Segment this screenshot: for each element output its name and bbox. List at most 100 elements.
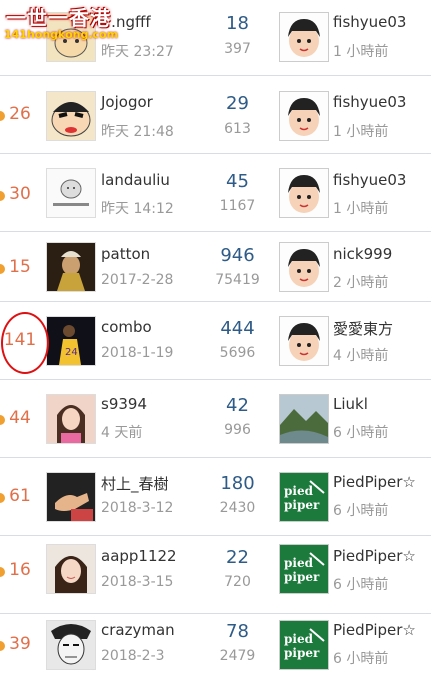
bw-face-drawing-icon xyxy=(47,621,95,669)
svg-text:pied: pied xyxy=(284,484,314,498)
site-watermark: 一世一香港 141hongkong.com xyxy=(0,0,125,46)
pied-piper-logo-icon: piedpiper xyxy=(280,621,328,669)
cartoon-boy-icon xyxy=(280,317,328,365)
thread-row[interactable]: 39 crazyman 2018-2-3 78 2479 pied piper P… xyxy=(0,614,431,677)
thread-row[interactable]: 141 24 combo 2018-1-19 444 5696 愛愛東方 4 小… xyxy=(0,302,431,380)
author-time: 2018-3-12 xyxy=(101,500,174,516)
last-poster-name[interactable]: PiedPiper☆ xyxy=(333,547,416,565)
author-avatar[interactable] xyxy=(46,168,96,218)
basketball-player-icon: 24 xyxy=(47,317,95,365)
thread-row[interactable]: 44 s9394 4 天前 42 996 Liukl 6 小時前 xyxy=(0,380,431,458)
woman-photo-icon xyxy=(47,545,95,593)
last-poster-avatar[interactable] xyxy=(279,168,329,218)
view-count: 720 xyxy=(224,574,251,590)
reply-count[interactable]: 42 xyxy=(200,395,275,416)
author-name[interactable]: combo xyxy=(101,318,152,336)
author-avatar[interactable] xyxy=(46,91,96,141)
view-count: 397 xyxy=(224,41,251,57)
thread-row[interactable]: 26 Jojogor 昨天 21:48 29 613 fishyue03 1 小… xyxy=(0,76,431,154)
heat-score-value: 15 xyxy=(9,257,31,277)
last-poster-avatar[interactable] xyxy=(279,91,329,141)
watermark-url: 141hongkong.com xyxy=(4,28,119,41)
cartoon-boy-icon xyxy=(280,92,328,140)
heat-score: 39 xyxy=(0,634,40,654)
last-poster-avatar[interactable]: pied piper xyxy=(279,620,329,670)
mountain-landscape-icon xyxy=(280,395,328,443)
last-poster-name[interactable]: fishyue03 xyxy=(333,93,406,111)
author-name[interactable]: crazyman xyxy=(101,621,175,639)
author-avatar[interactable] xyxy=(46,620,96,670)
author-time: 昨天 21:48 xyxy=(101,124,174,140)
thread-row[interactable]: 15 patton 2017-2-28 946 75419 nick999 2 … xyxy=(0,232,431,302)
heat-score: 15 xyxy=(0,257,40,277)
last-poster-avatar[interactable] xyxy=(279,242,329,292)
last-post-time: 6 小時前 xyxy=(333,425,389,441)
reply-count[interactable]: 45 xyxy=(200,171,275,192)
fire-icon xyxy=(0,493,5,503)
reply-count[interactable]: 18 xyxy=(200,13,275,34)
svg-text:pied: pied xyxy=(284,556,314,570)
heat-score-value: 61 xyxy=(9,486,31,506)
watermark-title: 一世一香港 xyxy=(6,6,111,30)
last-post-time: 6 小時前 xyxy=(333,651,389,667)
fire-icon xyxy=(0,567,5,577)
last-post-time: 1 小時前 xyxy=(333,124,389,140)
author-avatar[interactable] xyxy=(46,242,96,292)
svg-text:piper: piper xyxy=(284,570,320,584)
cartoon-boy-icon xyxy=(280,243,328,291)
fire-icon xyxy=(0,641,5,651)
author-avatar[interactable] xyxy=(46,544,96,594)
last-poster-avatar[interactable]: pied piper xyxy=(279,472,329,522)
thread-row[interactable]: 30 landauliu 昨天 14:12 45 1167 fishyue03 … xyxy=(0,154,431,232)
pied-piper-logo-icon: piedpiper xyxy=(280,473,328,521)
author-name[interactable]: Jojogor xyxy=(101,93,153,111)
cartoon-boy-icon xyxy=(280,13,328,61)
last-poster-name[interactable]: fishyue03 xyxy=(333,13,406,31)
last-poster-name[interactable]: PiedPiper☆ xyxy=(333,621,416,639)
author-name[interactable]: s9394 xyxy=(101,395,147,413)
last-post-time: 2 小時前 xyxy=(333,275,389,291)
author-name[interactable]: landauliu xyxy=(101,171,170,189)
last-poster-avatar[interactable] xyxy=(279,394,329,444)
last-poster-name[interactable]: nick999 xyxy=(333,245,392,263)
heat-score: 30 xyxy=(0,184,40,204)
heat-score: 16 xyxy=(0,560,40,580)
view-count: 75419 xyxy=(215,272,260,288)
thread-row[interactable]: 61 村上_春樹 2018-3-12 180 2430 pied piper Pi… xyxy=(0,458,431,536)
thread-row[interactable]: 16 aapp1122 2018-3-15 22 720 pied piper P… xyxy=(0,536,431,614)
last-poster-name[interactable]: Liukl xyxy=(333,395,368,413)
view-count: 5696 xyxy=(219,345,256,361)
author-name[interactable]: aapp1122 xyxy=(101,547,177,565)
last-poster-avatar[interactable] xyxy=(279,316,329,366)
highlight-circle xyxy=(1,312,49,374)
reply-count[interactable]: 78 xyxy=(200,621,275,642)
last-poster-name[interactable]: fishyue03 xyxy=(333,171,406,189)
heat-score-value: 26 xyxy=(9,104,31,124)
reply-count[interactable]: 180 xyxy=(200,473,275,494)
last-poster-avatar[interactable] xyxy=(279,12,329,62)
thread-list: …ngfff 昨天 23:27 18 397 fishyue03 1 小時前 2… xyxy=(0,0,431,677)
svg-text:piper: piper xyxy=(284,498,320,512)
author-avatar[interactable] xyxy=(46,472,96,522)
author-avatar[interactable]: 24 xyxy=(46,316,96,366)
reply-count[interactable]: 444 xyxy=(200,318,275,339)
author-avatar[interactable] xyxy=(46,394,96,444)
reply-count[interactable]: 29 xyxy=(200,93,275,114)
last-poster-avatar[interactable]: pied piper xyxy=(279,544,329,594)
last-poster-name[interactable]: 愛愛東方 xyxy=(333,318,393,339)
author-time: 2018-2-3 xyxy=(101,648,165,664)
author-name[interactable]: 村上_春樹 xyxy=(101,473,169,494)
fire-icon xyxy=(0,111,5,121)
reply-count[interactable]: 22 xyxy=(200,547,275,568)
fire-icon xyxy=(0,264,5,274)
cartoon-boy-icon xyxy=(280,169,328,217)
last-post-time: 1 小時前 xyxy=(333,44,389,60)
view-count: 613 xyxy=(224,121,251,137)
author-name[interactable]: patton xyxy=(101,245,150,263)
gesture-photo-icon xyxy=(47,473,95,521)
last-poster-name[interactable]: PiedPiper☆ xyxy=(333,473,416,491)
fire-icon xyxy=(0,415,5,425)
reply-count[interactable]: 946 xyxy=(200,245,275,266)
pied-piper-logo-icon: piedpiper xyxy=(280,545,328,593)
author-time: 2018-1-19 xyxy=(101,345,174,361)
